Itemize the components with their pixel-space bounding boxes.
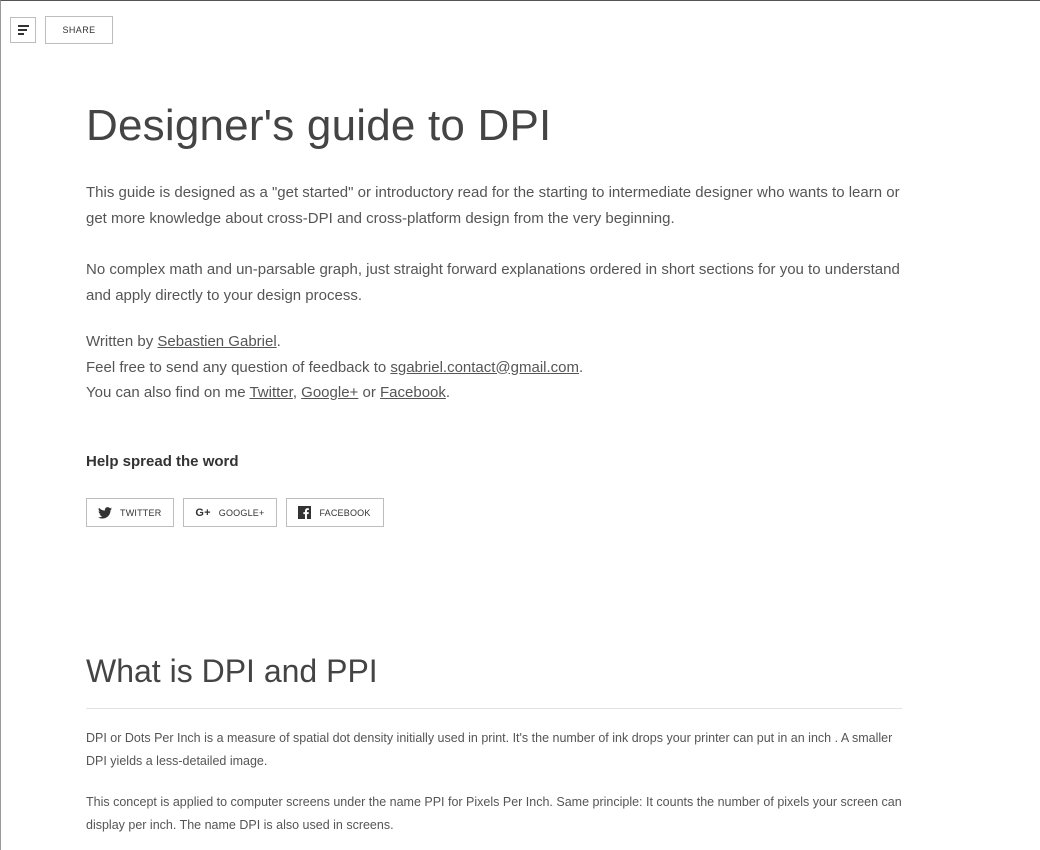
facebook-icon [298,506,312,519]
facebook-link[interactable]: Facebook [380,384,446,401]
twitter-link[interactable]: Twitter [249,384,292,401]
twitter-share-button[interactable]: TWITTER [86,498,175,527]
find-suffix: . [445,384,451,401]
menu-icon-line [18,25,29,27]
facebook-share-button[interactable]: FACEBOOK [286,498,384,527]
menu-icon-line [18,33,24,35]
share-button[interactable]: SHARE [45,16,113,44]
find-prefix: You can also find on me [86,384,250,401]
author-prefix: Written by [86,333,158,350]
menu-icon-line [18,29,27,31]
facebook-share-label: FACEBOOK [319,507,371,518]
article: Designer's guide to DPI This guide is de… [86,99,906,832]
google-plus-icon: G+ [195,506,211,519]
find-separator: , [292,384,302,401]
menu-button[interactable] [10,17,36,43]
google-plus-link[interactable]: Google+ [301,384,358,401]
intro-paragraph-1: This guide is designed as a "get started… [86,184,900,227]
page-title: Designer's guide to DPI [86,101,552,150]
spread-title: Help spread the word [86,453,239,470]
feedback-prefix: Feel free to send any question of feedba… [86,358,391,376]
section-paragraph-2: This concept is applied to computer scre… [86,795,902,832]
section-heading: What is DPI and PPI [86,653,378,689]
google-plus-share-label: GOOGLE+ [218,507,265,518]
author-link[interactable]: Sebastien Gabriel [157,333,276,350]
top-toolbar: SHARE [10,16,113,44]
find-separator: or [358,384,380,401]
social-share-buttons: TWITTER G+ GOOGLE+ FACEBOOK [86,498,384,527]
intro-paragraph-2: No complex math and un-parsable graph, j… [86,261,900,304]
section-divider [86,708,902,709]
twitter-icon [98,506,112,519]
author-suffix: . [276,333,281,350]
twitter-share-label: TWITTER [120,507,162,518]
google-plus-share-button[interactable]: G+ GOOGLE+ [183,498,278,527]
email-link[interactable]: sgabriel.contact@gmail.com [390,359,579,376]
feedback-suffix: . [579,358,584,376]
section-paragraph-1: DPI or Dots Per Inch is a measure of spa… [86,731,893,768]
author-info: Written by Sebastien Gabriel. Feel free … [86,329,906,406]
